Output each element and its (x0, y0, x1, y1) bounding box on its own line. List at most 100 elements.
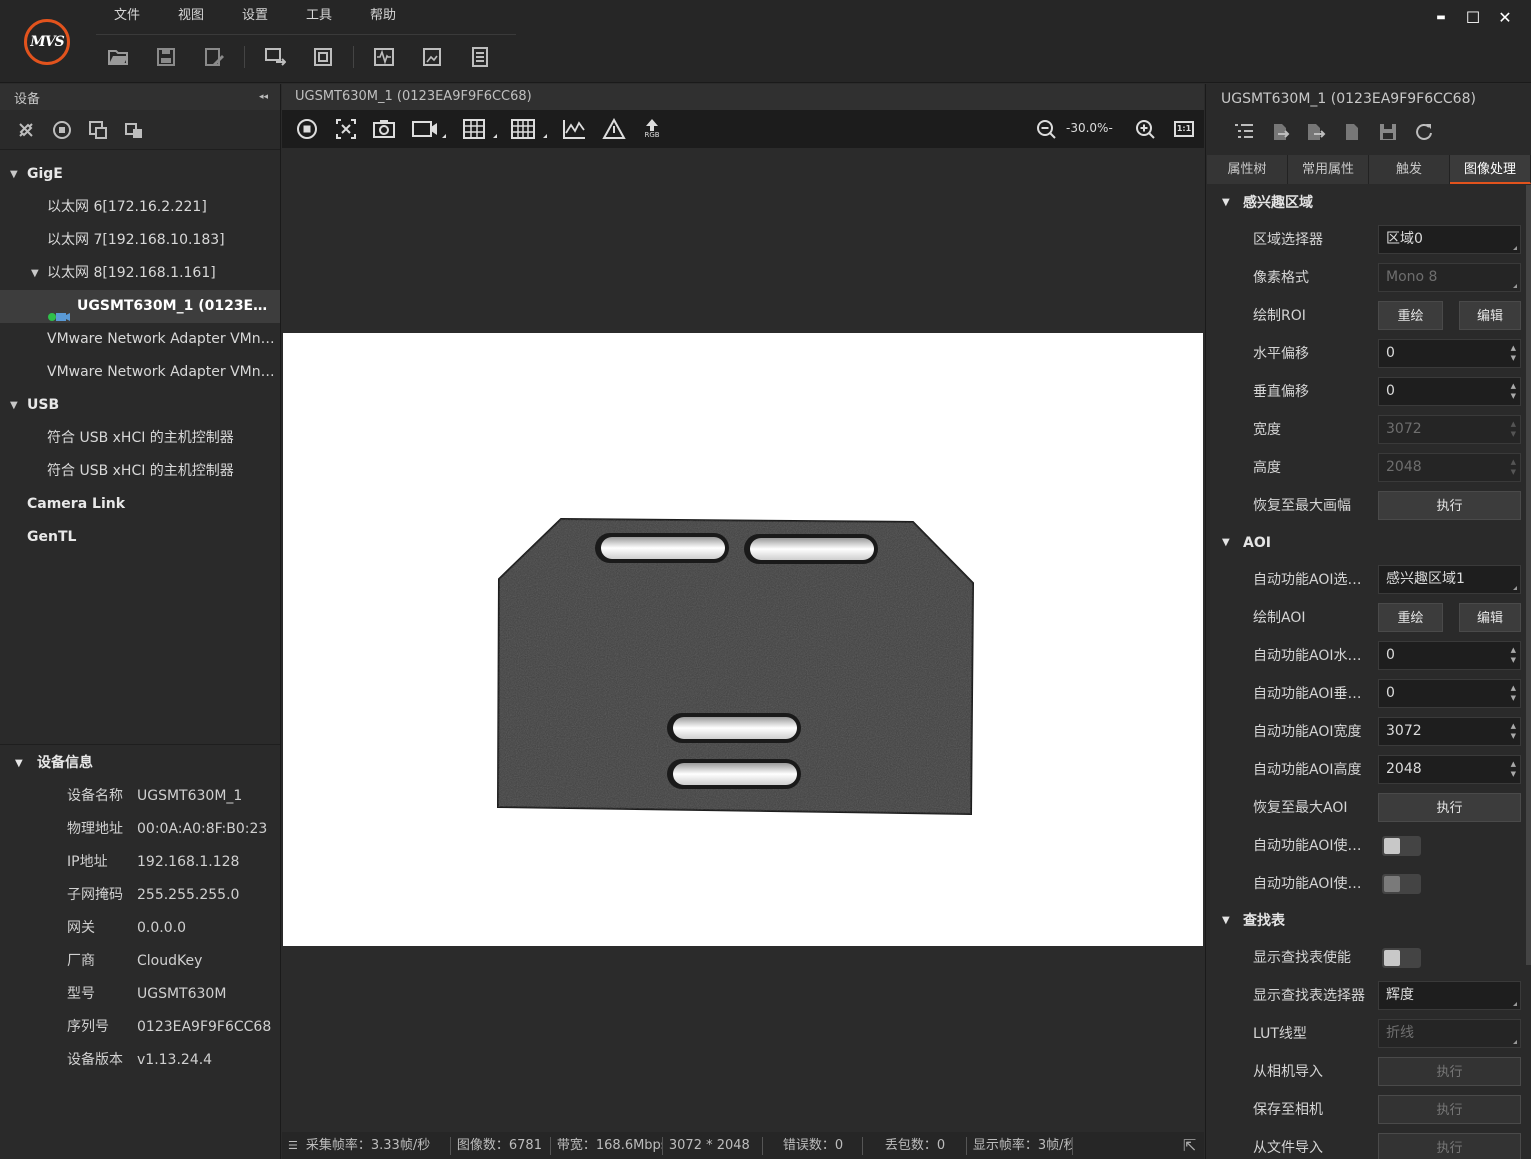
width-spinbox[interactable]: 3072 ▲ ▼ (1378, 415, 1521, 444)
lut-selector-dropdown[interactable]: 辉度 (1378, 981, 1521, 1010)
rgb-export-icon[interactable]: RGB (638, 116, 666, 142)
spin-arrows-icon[interactable]: ▲ ▼ (1511, 343, 1516, 363)
tree-item-camera[interactable]: UGSMT630M_1 (0123EA9F9F6CC68) (0, 290, 280, 323)
import-icon[interactable] (1268, 120, 1292, 144)
crosshair-icon[interactable] (332, 116, 360, 142)
actual-size-icon[interactable]: 1:1 (1170, 116, 1198, 142)
record-video-icon[interactable] (410, 116, 450, 142)
snapshot-camera-icon[interactable] (370, 116, 398, 142)
region-selector-dropdown[interactable]: 区域0 (1378, 225, 1521, 254)
expand-corner-icon[interactable]: ⇱ (1183, 1136, 1196, 1155)
chevron-down-icon[interactable]: ▼ (1222, 525, 1230, 561)
tab-common-properties[interactable]: 常用属性 (1288, 155, 1369, 184)
export-icon[interactable] (1304, 120, 1328, 144)
save-as-icon[interactable] (196, 40, 232, 74)
lut-type-dropdown[interactable]: 折线 (1378, 1019, 1521, 1048)
section-roi[interactable]: ▼ 感兴趣区域 (1206, 185, 1526, 221)
camera-image[interactable] (283, 333, 1203, 946)
spin-arrows-icon[interactable]: ▲ ▼ (1511, 683, 1516, 703)
chevron-down-icon[interactable]: ▼ (31, 257, 39, 290)
chevron-down-icon[interactable]: ▼ (10, 389, 18, 422)
import-from-camera-button[interactable]: 执行 (1378, 1057, 1521, 1086)
lut-enable-toggle[interactable] (1382, 948, 1421, 968)
warning-icon[interactable] (600, 116, 628, 142)
save-params-icon[interactable] (1376, 120, 1400, 144)
minimize-button[interactable]: ▬ (1425, 6, 1457, 28)
maximize-button[interactable]: ☐ (1457, 6, 1489, 28)
disconnect-icon[interactable] (14, 118, 38, 142)
tab-trigger[interactable]: 触发 (1369, 155, 1450, 184)
menu-icon[interactable]: ☰ (282, 1139, 300, 1152)
tab-property-tree[interactable]: 属性树 (1207, 155, 1288, 184)
edit-roi-button[interactable]: 编辑 (1459, 301, 1521, 330)
redraw-aoi-button[interactable]: 重绘 (1378, 603, 1443, 632)
pixel-format-dropdown[interactable]: Mono 8 (1378, 263, 1521, 292)
menu-help[interactable]: 帮助 (351, 6, 415, 26)
tree-group-cameralink[interactable]: Camera Link (0, 488, 280, 521)
aoi-height-spinbox[interactable]: 2048 ▲ ▼ (1378, 755, 1521, 784)
multi-window-icon[interactable] (122, 118, 146, 142)
tree-item-ethernet6[interactable]: 以太网 6[172.16.2.221] (0, 191, 280, 224)
property-scrollbar[interactable] (1526, 185, 1531, 965)
document-icon[interactable] (1340, 120, 1364, 144)
zoom-in-icon[interactable] (1131, 116, 1159, 142)
save-to-camera-button[interactable]: 执行 (1378, 1095, 1521, 1124)
fullscreen-icon[interactable] (305, 40, 341, 74)
chevron-down-icon[interactable]: ▼ (1222, 903, 1230, 939)
redraw-roi-button[interactable]: 重绘 (1378, 301, 1443, 330)
chevron-down-icon[interactable]: ▼ (10, 158, 18, 191)
log-list-icon[interactable] (462, 40, 498, 74)
chevron-down-icon[interactable]: ▼ (15, 747, 23, 780)
tree-item-vmnet8[interactable]: VMware Network Adapter VMnet8 (0, 356, 280, 389)
waveform-icon[interactable] (366, 40, 402, 74)
height-spinbox[interactable]: 2048 ▲ ▼ (1378, 453, 1521, 482)
stop-capture-icon[interactable] (50, 118, 74, 142)
tree-item-vmnet1[interactable]: VMware Network Adapter VMnet1 (0, 323, 280, 356)
tree-item-ethernet8[interactable]: ▼ 以太网 8[192.168.1.161] (0, 257, 280, 290)
aoi-offset-y-spinbox[interactable]: 0 ▲ ▼ (1378, 679, 1521, 708)
tree-group-usb[interactable]: ▼ USB (0, 389, 280, 422)
offset-y-spinbox[interactable]: 0 ▲ ▼ (1378, 377, 1521, 406)
aoi-offset-x-spinbox[interactable]: 0 ▲ ▼ (1378, 641, 1521, 670)
edit-aoi-button[interactable]: 编辑 (1459, 603, 1521, 632)
aoi-width-spinbox[interactable]: 3072 ▲ ▼ (1378, 717, 1521, 746)
device-info-header[interactable]: ▼ 设备信息 (0, 747, 280, 780)
tab-image-processing[interactable]: 图像处理 (1450, 155, 1531, 184)
offset-x-spinbox[interactable]: 0 ▲ ▼ (1378, 339, 1521, 368)
spin-arrows-icon[interactable]: ▲ ▼ (1511, 645, 1516, 665)
spin-arrows-icon[interactable]: ▲ ▼ (1511, 759, 1516, 779)
close-button[interactable]: ✕ (1489, 6, 1521, 28)
zoom-out-icon[interactable] (1032, 116, 1060, 142)
import-from-file-button[interactable]: 执行 (1378, 1133, 1521, 1159)
tree-group-gige[interactable]: ▼ GigE (0, 158, 280, 191)
switch-device-icon[interactable] (257, 40, 293, 74)
tree-group-gentl[interactable]: GenTL (0, 521, 280, 554)
save-icon[interactable] (148, 40, 184, 74)
reset-roi-execute-button[interactable]: 执行 (1378, 491, 1521, 520)
multi-grid-icon[interactable] (508, 116, 550, 142)
menu-tools[interactable]: 工具 (287, 6, 351, 26)
aoi-enable-toggle[interactable] (1382, 836, 1421, 856)
spin-arrows-icon[interactable]: ▲ ▼ (1511, 381, 1516, 401)
stop-grab-icon[interactable] (293, 116, 321, 142)
reset-aoi-execute-button[interactable]: 执行 (1378, 793, 1521, 822)
chevron-down-icon[interactable]: ▼ (1222, 185, 1230, 221)
aoi-enable-toggle[interactable] (1382, 874, 1421, 894)
section-lut[interactable]: ▼ 查找表 (1206, 903, 1526, 939)
tree-item-usb-controller[interactable]: 符合 USB xHCI 的主机控制器 (0, 455, 280, 488)
refresh-icon[interactable] (1412, 120, 1436, 144)
menu-settings[interactable]: 设置 (223, 6, 287, 26)
menu-file[interactable]: 文件 (95, 6, 159, 26)
section-aoi[interactable]: ▼ AOI (1206, 525, 1526, 561)
spin-arrows-icon[interactable]: ▲ ▼ (1511, 721, 1516, 741)
multi-stop-icon[interactable] (86, 118, 110, 142)
open-folder-icon[interactable] (100, 40, 136, 74)
collapse-panel-icon[interactable]: ◂◂ (259, 92, 268, 102)
tree-item-usb-controller[interactable]: 符合 USB xHCI 的主机控制器 (0, 422, 280, 455)
list-view-icon[interactable] (1232, 120, 1256, 144)
menu-view[interactable]: 视图 (159, 6, 223, 26)
image-analysis-icon[interactable] (414, 40, 450, 74)
grid-icon[interactable] (460, 116, 502, 142)
aoi-selector-dropdown[interactable]: 感兴趣区域1 (1378, 565, 1521, 594)
tree-item-ethernet7[interactable]: 以太网 7[192.168.10.183] (0, 224, 280, 257)
